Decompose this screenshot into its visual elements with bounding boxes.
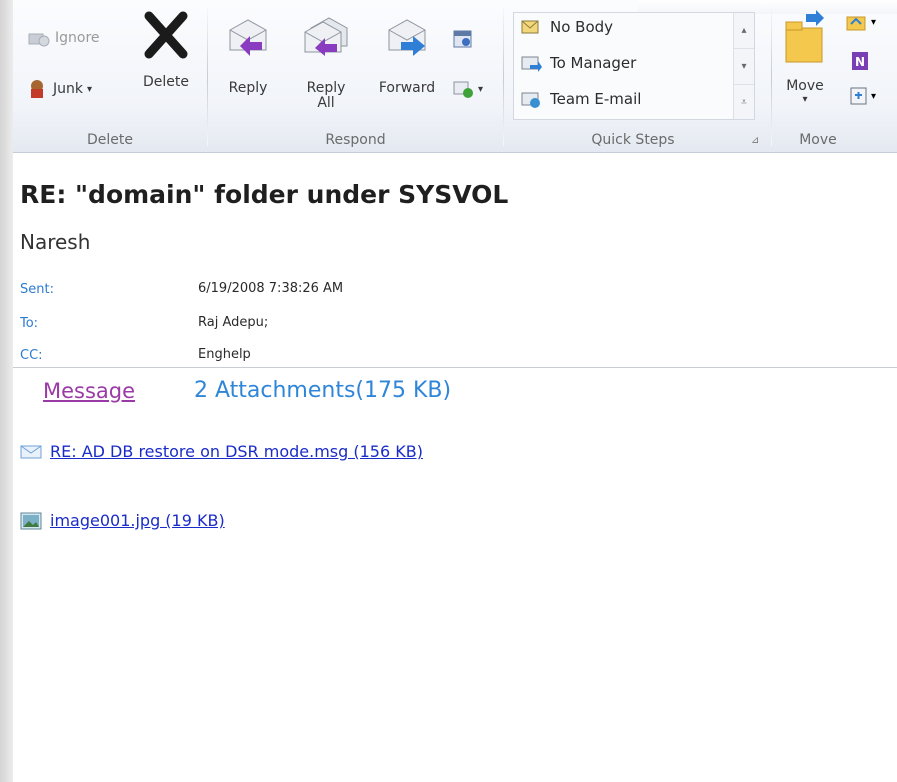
attachment-image[interactable]: image001.jpg (19 KB) <box>20 511 225 530</box>
rules-icon <box>846 16 866 31</box>
svg-text:N: N <box>855 55 865 69</box>
group-separator <box>771 8 772 146</box>
move-group: Move ▾ ▾ N ▾ Move <box>773 0 897 152</box>
mail-icon <box>20 445 42 458</box>
dialog-launcher-icon[interactable]: ⊿ <box>751 135 759 146</box>
to-value[interactable]: Raj Adepu; <box>198 315 268 330</box>
quick-steps-group: No Body To Manager Team E-mail ▴ ▾ ⩡ Qui… <box>13 0 773 152</box>
attachment-name: image001.jpg (19 KB) <box>50 511 225 530</box>
quick-step-label: Team E-mail <box>550 90 642 108</box>
image-icon <box>20 512 42 529</box>
ribbon: Ignore Junk ▾ Delete Delete Reply Reply … <box>13 0 897 153</box>
move-dropdown-icon: ▾ <box>802 94 808 105</box>
sent-label: Sent: <box>20 282 54 297</box>
message-subject: RE: "domain" folder under SYSVOL <box>20 180 509 209</box>
move-group-label: Move <box>799 132 837 148</box>
quick-steps-group-label: Quick Steps <box>591 132 675 148</box>
attachment-msg[interactable]: RE: AD DB restore on DSR mode.msg (156 K… <box>20 442 423 461</box>
header-divider <box>13 367 897 368</box>
sender-name[interactable]: Naresh <box>20 230 90 254</box>
cc-value[interactable]: Enghelp <box>198 347 251 362</box>
quick-step-label: To Manager <box>550 54 637 72</box>
onenote-icon: N <box>852 52 868 70</box>
tab-message[interactable]: Message <box>43 379 135 403</box>
no-body-icon <box>521 20 539 34</box>
rules-dropdown-icon: ▾ <box>871 16 877 28</box>
move-label: Move <box>786 78 824 94</box>
scroll-down-icon[interactable]: ▾ <box>734 49 754 85</box>
onenote-button[interactable]: N <box>849 50 871 76</box>
quick-steps-scrollbar[interactable]: ▴ ▾ ⩡ <box>733 13 754 119</box>
quick-steps-gallery: No Body To Manager Team E-mail ▴ ▾ ⩡ <box>513 12 755 120</box>
rules-button[interactable]: ▾ <box>845 12 876 32</box>
attachment-name: RE: AD DB restore on DSR mode.msg (156 K… <box>50 442 423 461</box>
left-pane-edge <box>0 0 13 782</box>
quick-step-no-body[interactable]: No Body <box>520 17 613 37</box>
move-folder-icon <box>785 10 824 63</box>
quick-step-team-email[interactable]: Team E-mail <box>520 89 641 109</box>
to-label: To: <box>20 316 39 331</box>
move-button[interactable]: Move ▾ <box>777 10 833 105</box>
quick-step-to-manager[interactable]: To Manager <box>520 53 636 73</box>
sent-value: 6/19/2008 7:38:26 AM <box>198 281 344 296</box>
scroll-up-icon[interactable]: ▴ <box>734 13 754 49</box>
gallery-expand-icon[interactable]: ⩡ <box>734 85 754 120</box>
quick-step-label: No Body <box>550 18 614 36</box>
cc-label: CC: <box>20 348 43 363</box>
to-manager-icon <box>521 56 542 72</box>
actions-dropdown-icon: ▾ <box>871 90 877 102</box>
actions-icon <box>850 87 867 105</box>
tab-attachments[interactable]: 2 Attachments(175 KB) <box>194 378 451 403</box>
actions-button[interactable]: ▾ <box>849 86 876 106</box>
team-email-icon <box>521 92 540 108</box>
